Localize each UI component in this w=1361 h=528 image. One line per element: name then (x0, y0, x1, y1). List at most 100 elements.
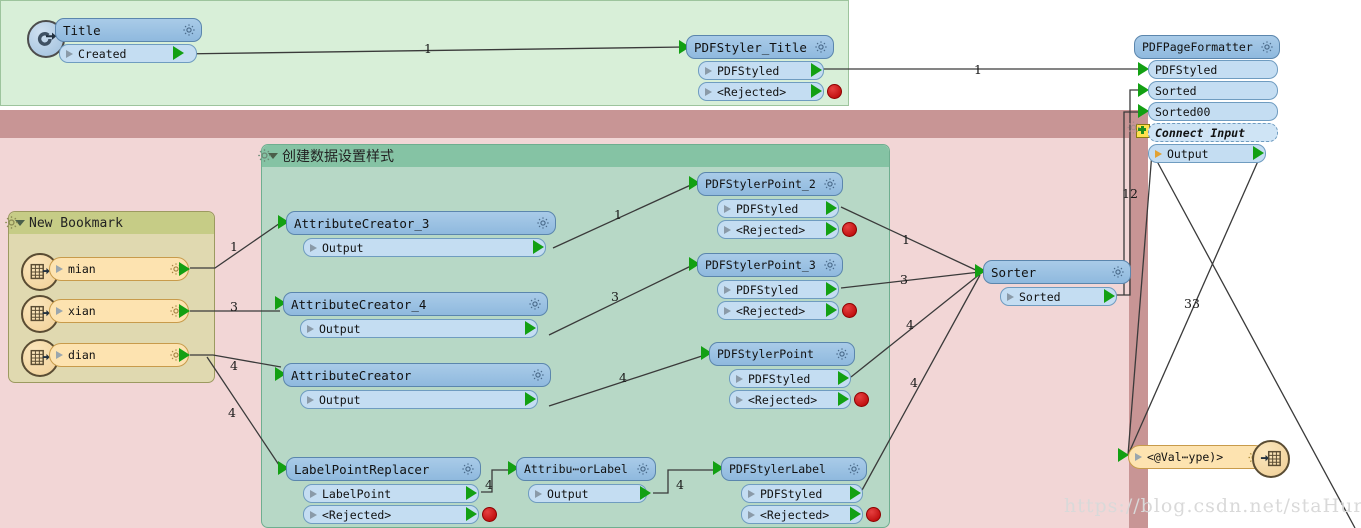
gear-icon[interactable] (636, 462, 651, 477)
node-title[interactable]: Title Created (27, 18, 202, 66)
port-xian[interactable]: xian (49, 299, 189, 323)
port-output[interactable]: Output (300, 319, 538, 338)
output-arrow-icon[interactable] (826, 303, 837, 317)
output-arrow-icon[interactable] (179, 262, 190, 276)
caret-icon[interactable] (724, 285, 731, 294)
output-arrow-icon[interactable] (811, 63, 822, 77)
node-header[interactable]: PDFStylerPoint_2 (697, 172, 843, 196)
port-pdfstyled[interactable]: PDFStyled (1148, 60, 1278, 79)
gear-icon[interactable] (1111, 265, 1126, 280)
caret-icon[interactable] (310, 489, 317, 498)
caret-icon[interactable] (307, 324, 314, 333)
port-sorted00[interactable]: Sorted00 (1148, 102, 1278, 121)
output-arrow-icon[interactable] (466, 486, 477, 500)
gear-icon[interactable] (536, 216, 551, 231)
output-arrow-icon[interactable] (179, 304, 190, 318)
port-dian[interactable]: dian (49, 343, 189, 367)
node-header[interactable]: AttributeCreator_4 (283, 292, 548, 316)
output-arrow-icon[interactable] (826, 222, 837, 236)
gear-icon[interactable] (823, 258, 838, 273)
node-header[interactable]: Attribu⋯orLabel (516, 457, 656, 481)
caret-icon[interactable] (705, 66, 712, 75)
caret-icon[interactable] (307, 395, 314, 404)
node-attributecreator-3[interactable]: AttributeCreator_3 Output (278, 211, 556, 258)
group-header[interactable]: New Bookmark (9, 212, 214, 234)
output-arrow-icon[interactable] (838, 392, 849, 406)
caret-icon[interactable] (56, 307, 63, 315)
output-arrow-icon[interactable] (525, 321, 536, 335)
port-labelpoint[interactable]: LabelPoint (303, 484, 479, 503)
gear-icon[interactable] (4, 215, 19, 230)
port-rejected[interactable]: <Rejected> (303, 505, 479, 524)
port-writer-value[interactable]: <@Val⋯ype)> (1128, 445, 1267, 469)
node-header[interactable]: LabelPointReplacer (286, 457, 481, 481)
output-arrow-icon[interactable] (1104, 289, 1115, 303)
node-bookmark-xian[interactable]: xian (21, 295, 191, 333)
port-output[interactable]: Output (528, 484, 647, 503)
port-output[interactable]: Output (1148, 144, 1266, 163)
node-bookmark-dian[interactable]: dian (21, 339, 191, 377)
gear-icon[interactable] (461, 462, 476, 477)
node-attributecreator-4[interactable]: AttributeCreator_4 Output (275, 292, 548, 339)
caret-icon[interactable] (748, 489, 755, 498)
caret-icon[interactable] (56, 265, 63, 273)
node-bookmark-mian[interactable]: mian (21, 253, 191, 291)
caret-icon[interactable] (736, 395, 743, 404)
output-arrow-icon[interactable] (850, 507, 861, 521)
node-attribute-or-label[interactable]: Attribu⋯orLabel Output (508, 457, 658, 504)
writer-badge-icon[interactable] (1252, 440, 1290, 478)
port-sorted[interactable]: Sorted (1148, 81, 1278, 100)
output-arrow-icon[interactable] (525, 392, 536, 406)
caret-icon[interactable] (705, 87, 712, 96)
caret-icon[interactable] (748, 510, 755, 519)
node-pdfstylerpoint-3[interactable]: PDFStylerPoint_3 PDFStyled <Rejected> (689, 253, 857, 320)
node-header[interactable]: PDFStylerPoint_3 (697, 253, 843, 277)
gear-icon[interactable] (528, 297, 543, 312)
output-arrow-icon[interactable] (179, 348, 190, 362)
output-arrow-icon[interactable] (811, 84, 822, 98)
port-mian[interactable]: mian (49, 257, 189, 281)
node-header[interactable]: AttributeCreator (283, 363, 551, 387)
node-sorter[interactable]: Sorter Sorted (975, 260, 1131, 307)
caret-icon[interactable] (310, 510, 317, 519)
gear-icon[interactable] (814, 40, 829, 55)
caret-icon[interactable] (724, 306, 731, 315)
node-header[interactable]: PDFPageFormatter (1134, 35, 1280, 59)
workflow-canvas[interactable]: 创建数据设置样式 New Bookmark 1 1 1 3 4 4 1 3 4 … (0, 0, 1361, 528)
output-arrow-icon[interactable] (850, 486, 861, 500)
output-arrow-icon[interactable] (826, 282, 837, 296)
node-pdfstylerlabel[interactable]: PDFStylerLabel PDFStyled <Rejected> (713, 457, 881, 524)
caret-icon[interactable] (56, 351, 63, 359)
node-header[interactable]: PDFStyler_Title (686, 35, 834, 59)
caret-icon[interactable] (66, 49, 73, 58)
node-pdfstylerpoint-2[interactable]: PDFStylerPoint_2 PDFStyled <Rejected> (689, 172, 857, 239)
caret-icon[interactable] (724, 225, 731, 234)
gear-icon[interactable] (835, 347, 850, 362)
gear-icon[interactable] (257, 148, 272, 163)
output-arrow-icon[interactable] (826, 201, 837, 215)
output-arrow-icon[interactable] (173, 46, 184, 60)
output-arrow-icon[interactable] (640, 486, 651, 500)
output-arrow-icon[interactable] (533, 240, 544, 254)
caret-icon[interactable] (724, 204, 731, 213)
port-pdfstyled[interactable]: PDFStyled (717, 280, 839, 299)
caret-icon[interactable] (535, 489, 542, 498)
port-pdfstyled[interactable]: PDFStyled (741, 484, 863, 503)
port-rejected[interactable]: <Rejected> (741, 505, 863, 524)
port-rejected[interactable]: <Rejected> (729, 390, 851, 409)
gear-icon[interactable] (531, 368, 546, 383)
gear-icon[interactable] (847, 462, 862, 477)
node-header[interactable]: PDFStylerPoint (709, 342, 855, 366)
node-header[interactable]: Title (55, 18, 202, 42)
node-header[interactable]: AttributeCreator_3 (286, 211, 556, 235)
output-arrow-icon[interactable] (1253, 146, 1264, 160)
node-pdfstyler-title[interactable]: PDFStyler_Title PDFStyled <Rejected> (679, 35, 842, 101)
caret-icon[interactable] (1007, 292, 1014, 301)
port-rejected[interactable]: <Rejected> (717, 220, 839, 239)
group-header[interactable]: 创建数据设置样式 (262, 145, 889, 167)
output-arrow-icon[interactable] (466, 507, 477, 521)
caret-icon[interactable] (1155, 149, 1162, 158)
port-pdfstyled[interactable]: PDFStyled (729, 369, 851, 388)
gear-icon[interactable] (1126, 120, 1141, 135)
port-output[interactable]: Output (300, 390, 538, 409)
